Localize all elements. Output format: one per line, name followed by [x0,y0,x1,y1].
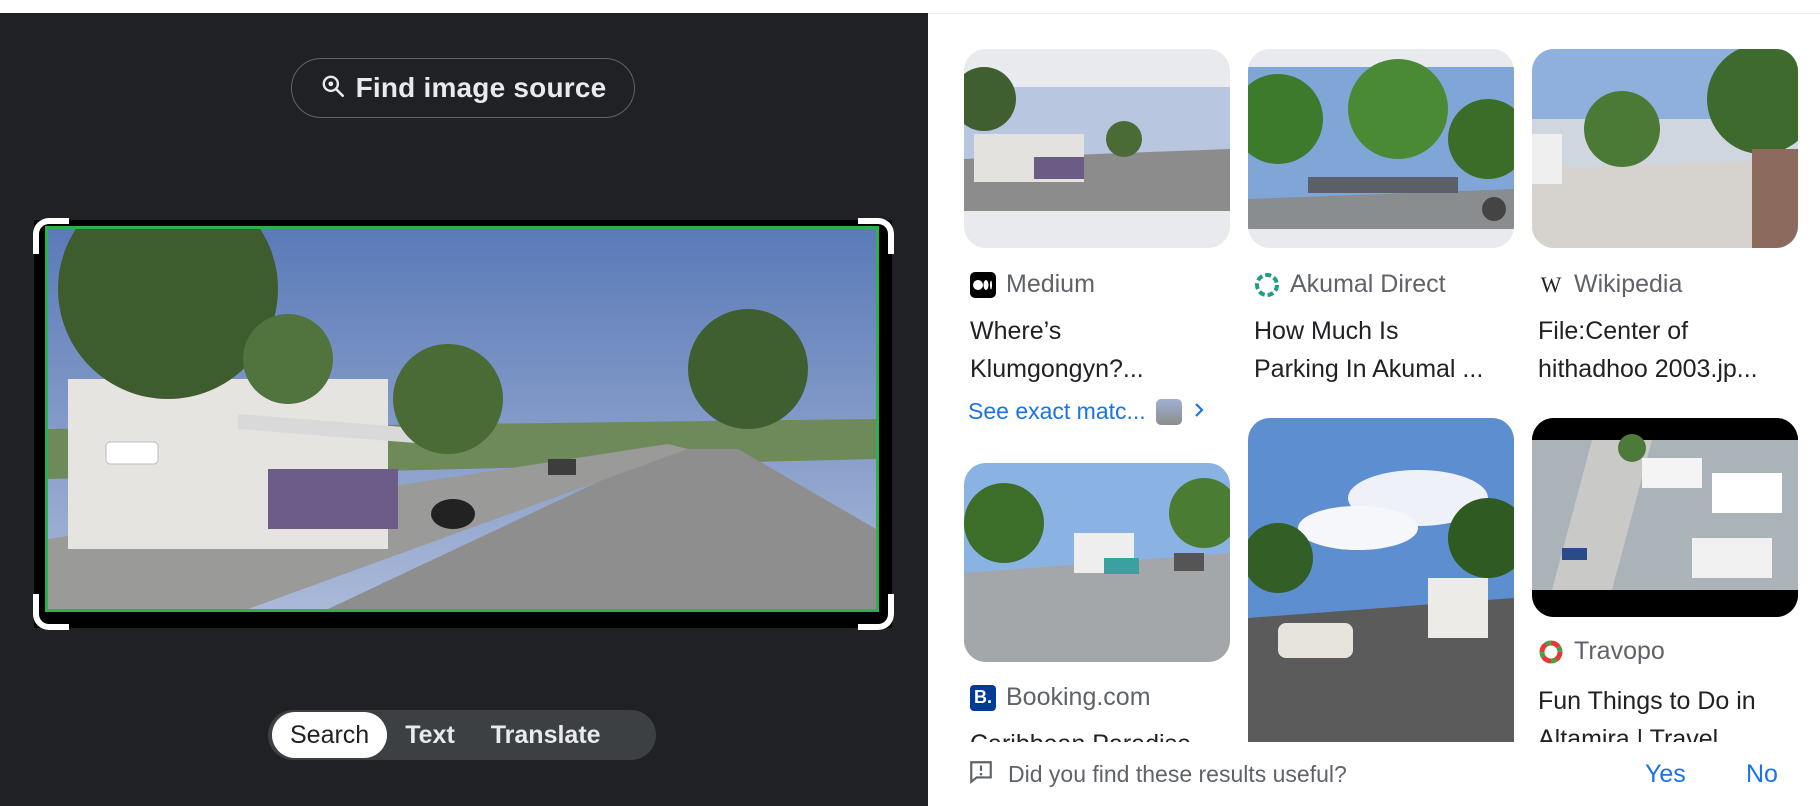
result-title-line: Parking In Akumal ... [1254,355,1484,383]
tab-text[interactable]: Text [387,712,473,758]
result-thumbnail[interactable] [964,49,1230,248]
wikipedia-icon: W [1540,271,1562,297]
result-thumbnail[interactable] [1532,49,1798,248]
see-exact-matches-label: See exact matc... [968,398,1146,424]
result-source[interactable]: Akumal Direct [1254,270,1446,299]
result-title[interactable]: How Much Is Parking In Akumal ... [1254,312,1524,388]
result-source[interactable]: W Wikipedia [1538,270,1683,299]
find-image-source-label: Find image source [355,72,607,103]
crop-handle-bottom-left[interactable] [33,594,69,630]
tab-translate[interactable]: Translate [473,712,619,758]
result-title-line: How Much Is [1254,317,1399,345]
source-name: Akumal Direct [1290,270,1446,298]
crop-handle-top-left[interactable] [33,218,69,254]
result-title[interactable]: Caribbean Paradise [970,725,1240,742]
top-strip [0,0,1820,13]
result-thumbnail[interactable] [1248,418,1514,742]
result-source[interactable]: Medium [970,270,1095,299]
result-title[interactable]: File:Center of hithadhoo 2003.jp... [1538,312,1808,388]
result-source[interactable]: Travopo [1538,637,1665,666]
result-source[interactable]: B. Booking.com [970,683,1151,712]
feedback-no-button[interactable]: No [1746,760,1778,789]
result-title[interactable]: Fun Things to Do in Altamira | Travel... [1538,682,1808,742]
result-thumbnail[interactable] [1532,418,1798,617]
result-title-line: File:Center of [1538,317,1689,345]
source-name: Medium [1006,270,1095,298]
result-title-line: hithadhoo 2003.jp... [1538,355,1758,383]
exact-match-thumbnail [1155,398,1182,425]
result-title[interactable]: Where’s Klumgongyn?... [970,312,1240,388]
result-thumbnail[interactable] [964,463,1230,662]
feedback-icon [968,759,994,790]
selected-photo [45,226,879,612]
result-thumbnail[interactable] [1248,49,1514,248]
source-name: Booking.com [1006,683,1151,711]
feedback-bar: Did you find these results useful? [928,742,1820,806]
source-name: Travopo [1574,637,1665,665]
result-title-line: Klumgongyn?... [970,355,1144,383]
akumal-direct-icon [1254,272,1280,298]
see-exact-matches-link[interactable]: See exact matc... [968,398,1206,425]
source-name: Wikipedia [1574,270,1683,298]
result-title-line: Fun Things to Do in [1538,687,1756,715]
find-image-source-button[interactable]: Find image source [291,58,635,118]
chevron-right-icon [1192,398,1206,425]
tab-search[interactable]: Search [272,712,388,758]
crop-handle-bottom-right[interactable] [858,594,894,630]
result-title-line: Altamira | Travel... [1538,725,1739,742]
result-title-line: Where’s [970,317,1062,345]
booking-icon: B. [970,684,996,711]
crop-handle-top-right[interactable] [858,218,894,254]
divider [928,13,1820,14]
feedback-question: Did you find these results useful? [1008,760,1347,787]
lens-mode-switcher: Search Text Translate [268,710,656,760]
travopo-icon [1538,639,1564,665]
medium-icon [970,271,996,298]
feedback-yes-button[interactable]: Yes [1645,760,1686,789]
image-search-icon [320,73,346,104]
result-title-line: Caribbean Paradise [970,725,1240,742]
